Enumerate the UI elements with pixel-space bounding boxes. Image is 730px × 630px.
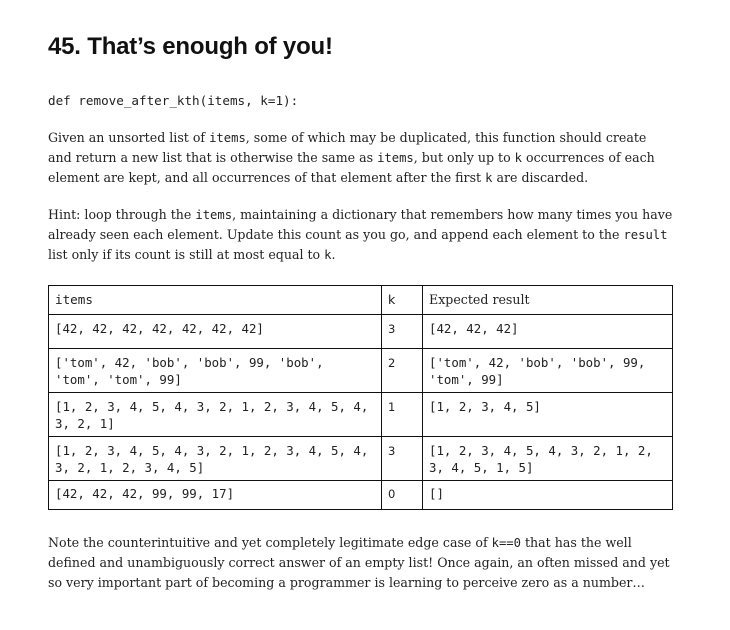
description-code: items bbox=[209, 131, 246, 145]
table-row: ['tom', 42, 'bob', 'bob', 99, 'bob', 'to… bbox=[48, 348, 673, 393]
hint-paragraph: Hint: loop through the items, maintainin… bbox=[48, 205, 674, 265]
header-expected: Expected result bbox=[422, 285, 673, 315]
cell-items: [1, 2, 3, 4, 5, 4, 3, 2, 1, 2, 3, 4, 5, … bbox=[48, 436, 382, 481]
table-row: [42, 42, 42, 42, 42, 42, 42] 3 [42, 42, … bbox=[48, 314, 673, 349]
cell-expected: [] bbox=[422, 480, 673, 510]
problem-description: Given an unsorted list of items, some of… bbox=[48, 128, 674, 188]
cell-expected: [1, 2, 3, 4, 5, 4, 3, 2, 1, 2, 3, 4, 5, … bbox=[422, 436, 673, 481]
cell-items: ['tom', 42, 'bob', 'bob', 99, 'bob', 'to… bbox=[48, 348, 382, 393]
hint-code: items bbox=[195, 208, 233, 222]
note-code: k==0 bbox=[491, 536, 521, 550]
hint-text: Hint: loop through the bbox=[48, 207, 196, 222]
cell-expected: ['tom', 42, 'bob', 'bob', 99, 'tom', 99] bbox=[422, 348, 673, 393]
table-row: [1, 2, 3, 4, 5, 4, 3, 2, 1, 2, 3, 4, 5, … bbox=[48, 436, 673, 481]
cell-items: [1, 2, 3, 4, 5, 4, 3, 2, 1, 2, 3, 4, 5, … bbox=[48, 392, 382, 437]
description-text: are discarded. bbox=[492, 170, 589, 185]
edge-case-note: Note the counterintuitive and yet comple… bbox=[48, 533, 674, 593]
function-signature: def remove_after_kth(items, k=1): bbox=[48, 93, 299, 108]
description-text: Given an unsorted list of bbox=[48, 130, 210, 145]
cell-expected: [1, 2, 3, 4, 5] bbox=[422, 392, 673, 437]
table-header-row: items k Expected result bbox=[48, 285, 673, 315]
cell-k: 1 bbox=[381, 392, 423, 437]
examples-table: items k Expected result [42, 42, 42, 42,… bbox=[48, 285, 673, 510]
cell-k: 3 bbox=[381, 314, 423, 349]
cell-k: 0 bbox=[381, 480, 423, 510]
problem-page: 45. That’s enough of you! def remove_aft… bbox=[48, 32, 674, 593]
problem-title: 45. That’s enough of you! bbox=[48, 33, 333, 60]
hint-text: . bbox=[331, 247, 336, 262]
cell-items: [42, 42, 42, 99, 99, 17] bbox=[48, 480, 382, 510]
table-row: [42, 42, 42, 99, 99, 17] 0 [] bbox=[48, 480, 673, 510]
note-text: Note the counterintuitive and yet comple… bbox=[48, 535, 492, 550]
table-row: [1, 2, 3, 4, 5, 4, 3, 2, 1, 2, 3, 4, 5, … bbox=[48, 392, 673, 437]
hint-text: list only if its count is still at most … bbox=[48, 247, 325, 262]
header-k: k bbox=[381, 285, 423, 315]
cell-expected: [42, 42, 42] bbox=[422, 314, 673, 349]
cell-k: 3 bbox=[381, 436, 423, 481]
description-text: , but only up to bbox=[413, 150, 515, 165]
description-code: k bbox=[514, 151, 523, 165]
description-code: items bbox=[377, 151, 414, 165]
header-items: items bbox=[48, 285, 382, 315]
hint-code: result bbox=[623, 228, 668, 242]
cell-items: [42, 42, 42, 42, 42, 42, 42] bbox=[48, 314, 382, 349]
cell-k: 2 bbox=[381, 348, 423, 393]
